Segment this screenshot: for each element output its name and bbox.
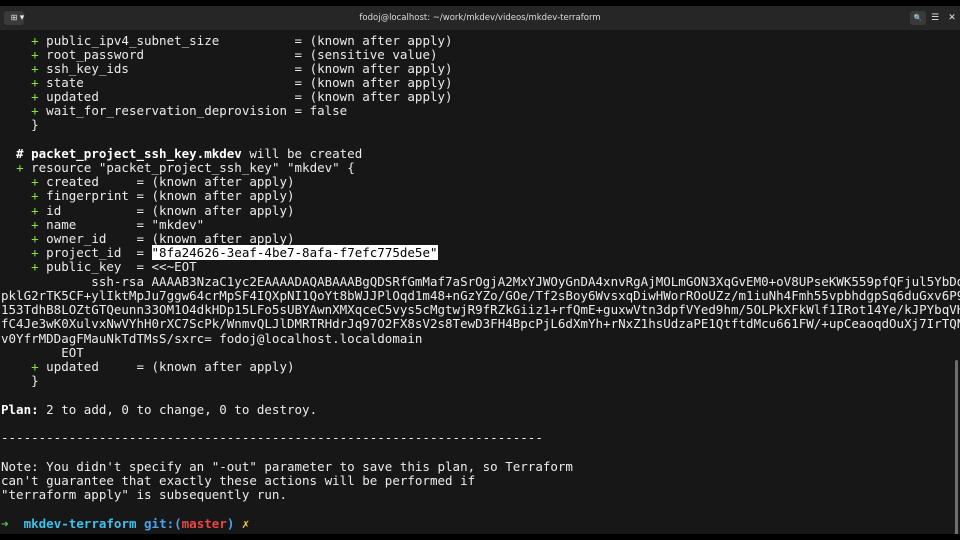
output-line: + resource "packet_project_ssh_key" "mkd… [16,160,355,175]
close-icon: ✕ [948,13,956,23]
output-line: } [1,373,39,388]
output-line: } [1,117,39,132]
window-title: fodoj@localhost: ~/work/mkdev/videos/mkd… [359,13,601,23]
output-line: can't guarantee that exactly these actio… [1,473,476,488]
output-line: ssh-rsa AAAAB3NzaC1yc2EAAAADAQABAAABgQDS… [1,274,960,289]
output-line: Note: You didn't specify an "-out" param… [1,459,573,474]
output-line: + wait_for_reservation_deprovision = fal… [31,103,348,118]
terminal-output[interactable]: + public_ipv4_subnet_size = (known after… [0,30,960,534]
output-line: + fingerprint = (known after apply) [31,188,295,203]
output-line: + state = (known after apply) [31,75,453,90]
hamburger-icon: ☰ [930,13,940,23]
plan-summary: Plan: 2 to add, 0 to change, 0 to destro… [1,402,318,417]
output-line: + created = (known after apply) [31,174,295,189]
output-line: pklG2rTK5CF+ylIktMpJu7ggw64crMpSF4IQXpNI… [1,288,960,303]
output-line: "terraform apply" is subsequently run. [1,487,287,502]
output-line: + updated = (known after apply) [31,359,295,374]
selected-text[interactable]: "8fa24626-3eaf-4be7-8afa-f7efc775de5e" [151,245,438,260]
search-icon: 🔍 [913,14,923,22]
output-line: v0YfrMDDagFMauNkTdTMsS/sxrc= fodoj@local… [1,331,423,346]
menu-button[interactable]: ☰ [928,11,942,25]
shell-prompt[interactable]: ➜ mkdev-terraform git:(master) ✗ [1,517,249,531]
prompt-directory: mkdev-terraform [23,516,137,531]
divider: ----------------------------------------… [1,430,543,445]
output-line: EOT [1,345,84,360]
output-line: fC4Je3wK0XulvxNwVYhH0rXC7ScPk/WnmvQLJlDM… [1,316,960,331]
title-bar: ⊞ ▾ fodoj@localhost: ~/work/mkdev/videos… [0,6,960,30]
dirty-marker-icon: ✗ [241,516,250,531]
output-line: + public_ipv4_subnet_size = (known after… [31,33,453,48]
output-line: + name = "mkdev" [31,217,205,232]
output-line: + ssh_key_ids = (known after apply) [31,61,453,76]
git-branch: master [181,516,227,531]
output-line: + updated = (known after apply) [31,89,453,104]
output-line: + project_id = "8fa24626-3eaf-4be7-8afa-… [31,245,438,260]
terminal-window: ⊞ ▾ fodoj@localhost: ~/work/mkdev/videos… [0,6,960,534]
output-line: + id = (known after apply) [31,203,295,218]
output-line: + root_password = (sensitive value) [31,47,438,62]
output-line: # packet_project_ssh_key.mkdev will be c… [1,146,363,161]
output-line: 153TdhB8LOZtGTQeunn33OM1O4dkHDp15LFo5sUB… [1,302,960,317]
search-button[interactable]: 🔍 [910,11,926,25]
scrollbar[interactable] [955,360,958,534]
close-button[interactable]: ✕ [945,11,959,25]
output-line: + owner_id = (known after apply) [31,231,295,246]
output-line: + public_key = <<~EOT [31,259,197,274]
prompt-arrow-icon: ➜ [1,516,9,531]
